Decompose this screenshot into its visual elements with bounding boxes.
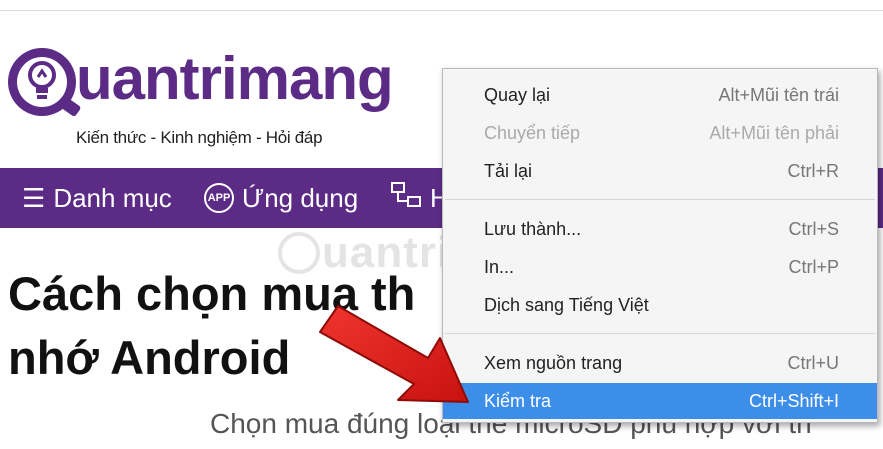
menu-item-print[interactable]: In... Ctrl+P xyxy=(443,249,877,285)
menu-item-inspect[interactable]: Kiểm tra Ctrl+Shift+I xyxy=(443,383,877,419)
logo-wordmark: uantrimang xyxy=(76,45,394,112)
red-arrow-annotation xyxy=(319,305,469,403)
nav-item-label: Danh mục xyxy=(53,182,172,213)
menu-separator xyxy=(445,333,875,334)
nav-item-categories[interactable]: ☰ Danh mục xyxy=(22,168,172,228)
watermark-bulb-icon xyxy=(278,232,320,274)
menu-item-forward[interactable]: Chuyển tiếp Alt+Mũi tên phải xyxy=(443,115,877,151)
menu-item-shortcut: Ctrl+P xyxy=(788,256,839,277)
site-logo[interactable]: uantrimang Kiến thức - Kinh nghiệm - Hỏi… xyxy=(8,45,394,158)
menu-item-shortcut: Ctrl+S xyxy=(788,218,839,239)
menu-item-back[interactable]: Quay lại Alt+Mũi tên trái xyxy=(443,77,877,113)
menu-item-label: Xem nguồn trang xyxy=(484,352,623,373)
menu-item-label: Kiểm tra xyxy=(484,390,552,411)
menu-item-label: Quay lại xyxy=(484,84,551,105)
logo-q-icon xyxy=(8,48,82,118)
menu-item-label: Chuyển tiếp xyxy=(484,122,581,143)
menu-item-label: Tải lại xyxy=(484,160,533,181)
menu-item-shortcut: Alt+Mũi tên phải xyxy=(709,122,839,143)
hamburger-icon: ☰ xyxy=(22,182,46,213)
menu-item-reload[interactable]: Tải lại Ctrl+R xyxy=(443,153,877,189)
menu-item-shortcut: Ctrl+Shift+I xyxy=(748,390,839,411)
network-icon xyxy=(390,181,424,216)
menu-item-shortcut: Alt+Mũi tên trái xyxy=(718,84,839,105)
menu-item-shortcut: Ctrl+R xyxy=(787,160,839,181)
menu-item-view-source[interactable]: Xem nguồn trang Ctrl+U xyxy=(443,345,877,381)
nav-item-network[interactable]: H xyxy=(390,168,449,228)
menu-item-label: Dịch sang Tiếng Việt xyxy=(484,294,649,315)
context-menu: Quay lại Alt+Mũi tên trái Chuyển tiếp Al… xyxy=(442,68,878,423)
menu-separator xyxy=(445,199,875,200)
nav-item-apps[interactable]: APP Ứng dụng xyxy=(204,168,358,228)
menu-item-label: In... xyxy=(484,256,515,277)
app-icon: APP xyxy=(204,183,234,213)
menu-item-label: Lưu thành... xyxy=(484,218,582,239)
menu-item-translate[interactable]: Dịch sang Tiếng Việt xyxy=(443,287,877,323)
logo-tagline: Kiến thức - Kinh nghiệm - Hỏi đáp xyxy=(76,128,323,147)
browser-top-strip xyxy=(0,0,883,11)
menu-item-shortcut: Ctrl+U xyxy=(787,352,839,373)
menu-item-save-as[interactable]: Lưu thành... Ctrl+S xyxy=(443,211,877,247)
nav-item-label: Ứng dụng xyxy=(242,182,359,213)
